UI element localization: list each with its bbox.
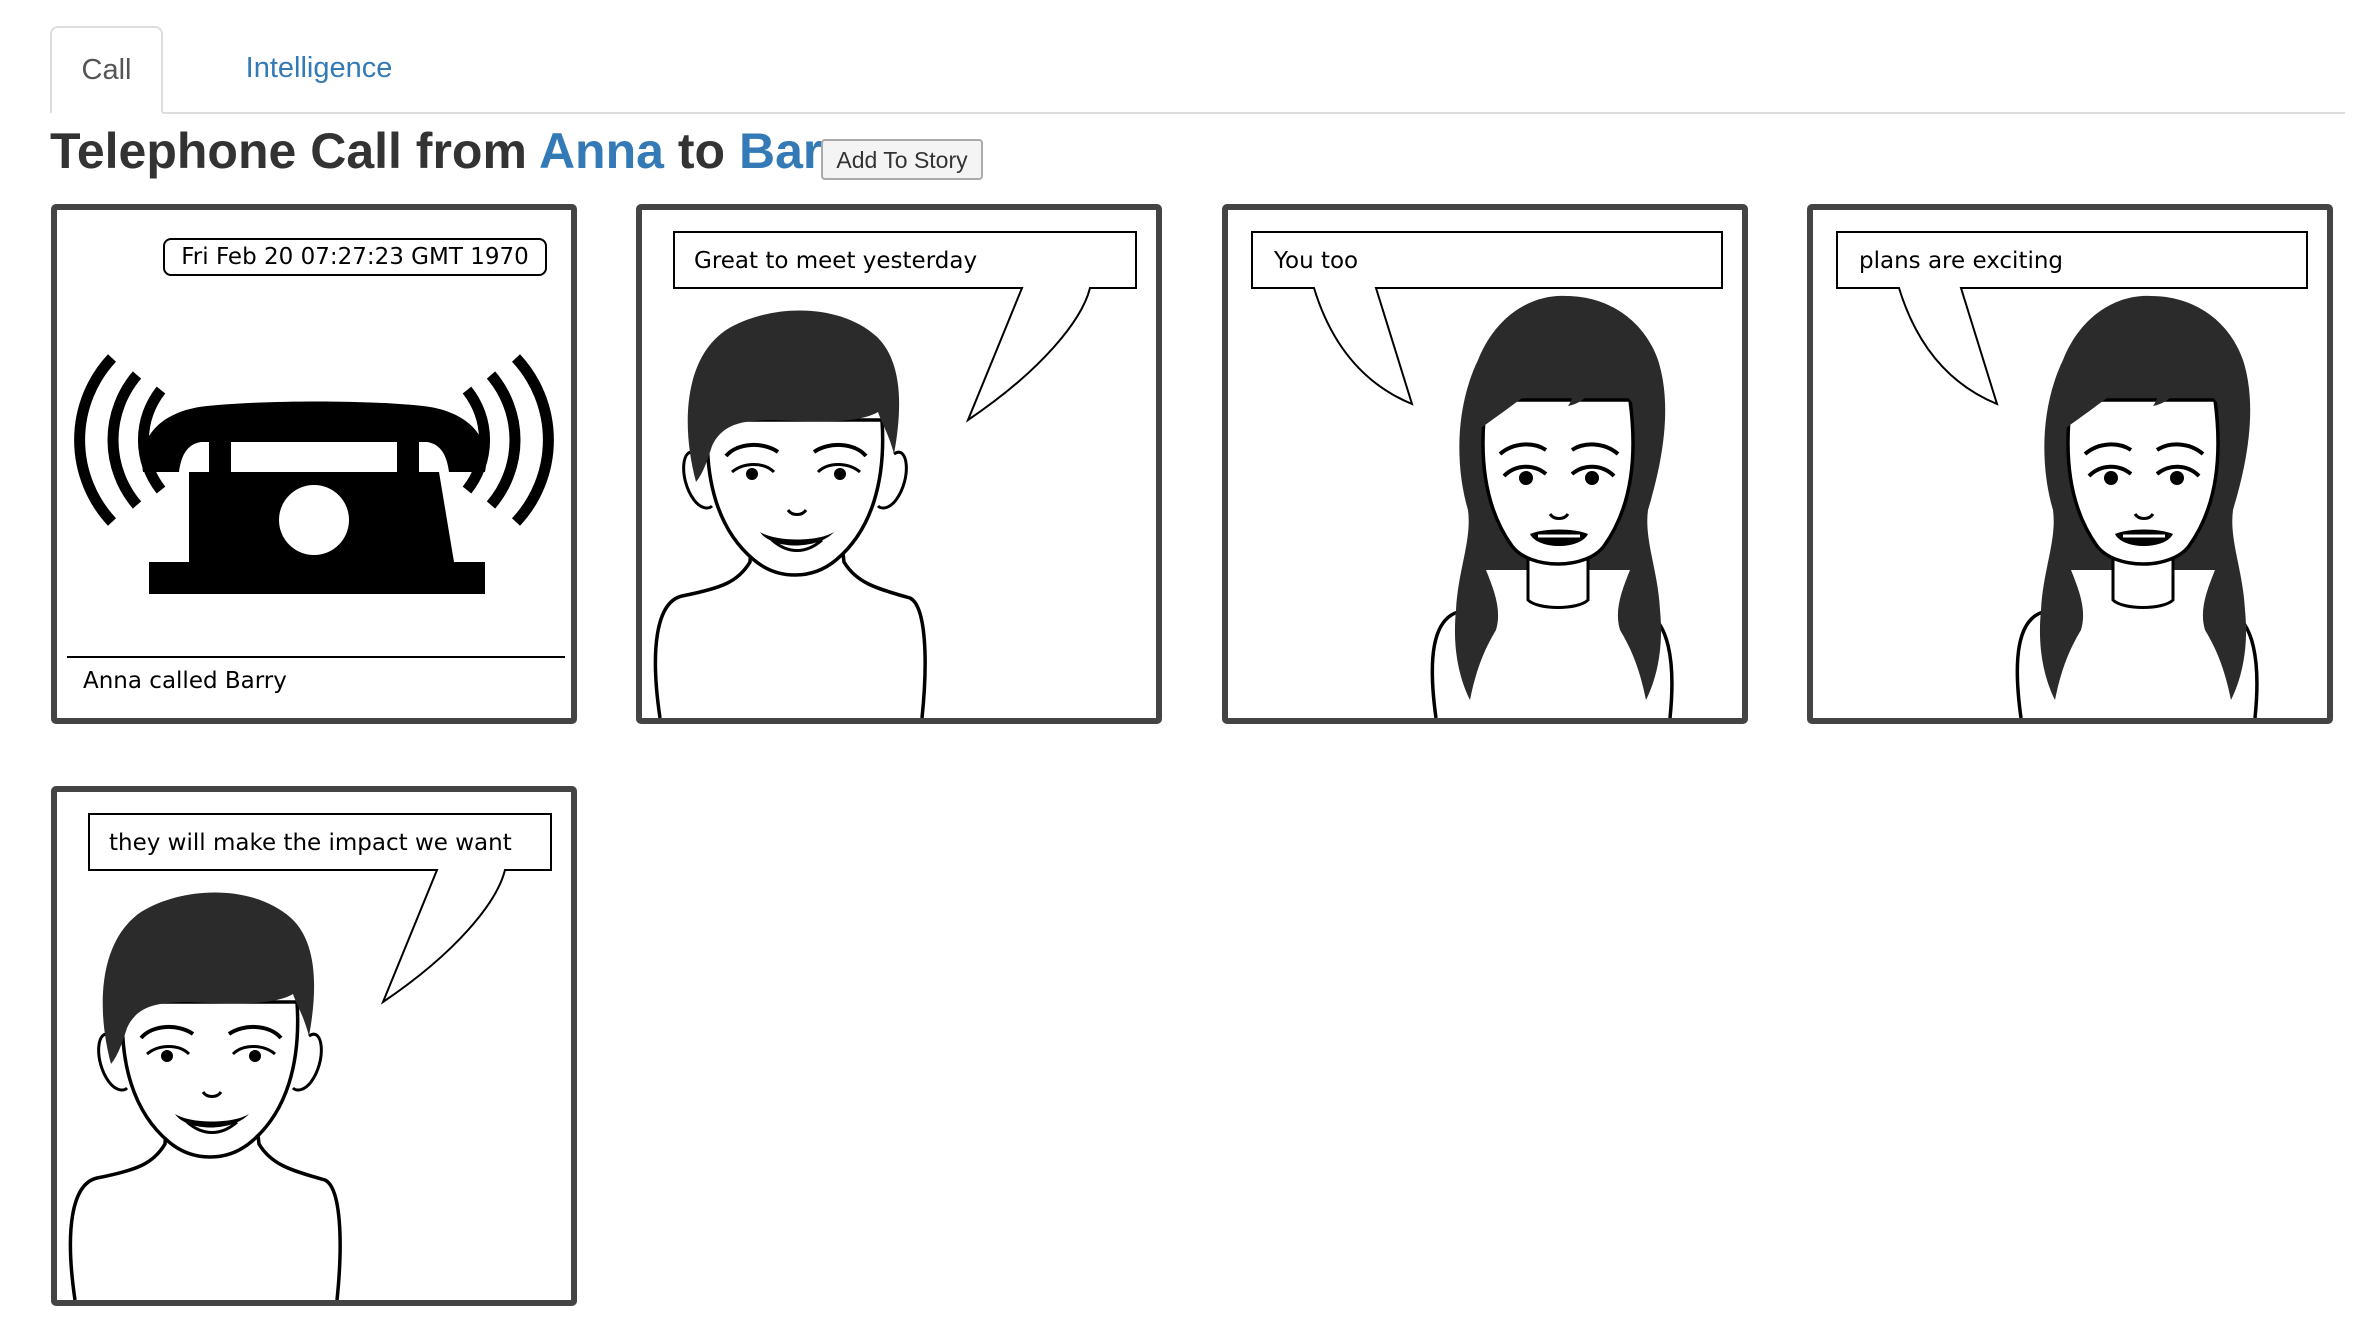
comic-panel-dialogue-4: they will make the impact we want [51,786,577,1306]
speech-bubble-text: plans are exciting [1859,248,2064,274]
title-prefix: Telephone Call from [50,123,527,179]
comic-panel-intro: Fri Feb 20 07:27:23 GMT 1970 Anna called… [51,204,577,724]
tab-intelligence[interactable]: Intelligence [197,26,441,110]
call-view: Call Intelligence Telephone Call from An… [0,0,2378,1328]
caption-divider [67,656,565,658]
comic-panel-dialogue-3: plans are exciting [1807,204,2333,724]
comic-panel-dialogue-1: Great to meet yesterday [636,204,1162,724]
speech-bubble-text: they will make the impact we want [109,830,512,856]
speech-bubble-text: You too [1274,248,1359,274]
speech-bubble-text: Great to meet yesterday [694,248,978,274]
tab-call[interactable]: Call [50,26,163,114]
male-speaker-illustration [68,813,552,1300]
male-speaker-illustration [653,231,1137,718]
panel-caption: Anna called Barry [83,668,287,694]
ringing-telephone-icon [74,354,554,594]
tab-bar: Call Intelligence [50,26,2345,114]
female-speaker-illustration [1836,231,2308,718]
female-speaker-illustration [1251,231,1723,718]
comic-panel-dialogue-2: You too [1222,204,1748,724]
caller-link[interactable]: Anna [539,123,664,179]
page-title: Telephone Call from Anna to Barry [50,118,870,184]
title-joiner: to [677,123,726,179]
add-to-story-button[interactable]: Add To Story [821,139,983,180]
